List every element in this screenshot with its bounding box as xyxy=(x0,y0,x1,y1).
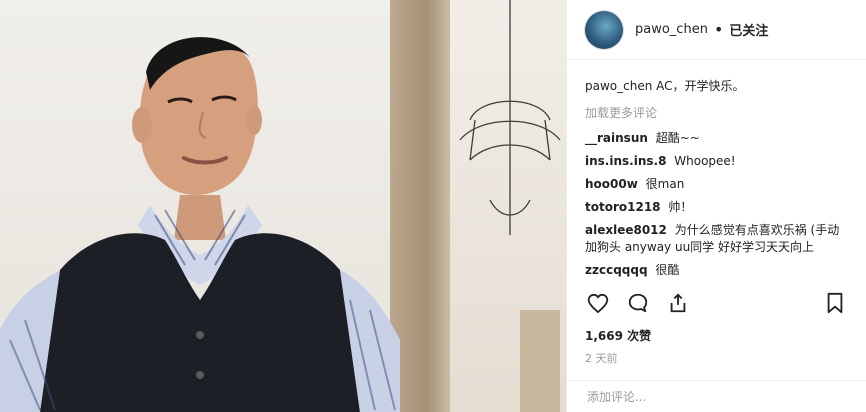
post-header: pawo_chen • 已关注 xyxy=(567,0,866,60)
comment-username[interactable]: hoo00w xyxy=(585,177,638,191)
comment-item: ins.ins.ins.8 Whoopee! xyxy=(585,153,848,170)
avatar[interactable] xyxy=(585,10,623,49)
comment-username[interactable]: zzccqqqq xyxy=(585,263,648,277)
separator-dot: • xyxy=(713,20,724,39)
load-more-comments[interactable]: 加载更多评论 xyxy=(585,105,848,122)
comment-item: hoo00w 很man xyxy=(585,176,848,193)
post-sidebar: pawo_chen • 已关注 pawo_chen AC，开学快乐。 加载更多评… xyxy=(566,0,866,412)
comments-section: pawo_chen AC，开学快乐。 加载更多评论 __rainsun 超酷~~… xyxy=(567,60,866,279)
comment-icon[interactable] xyxy=(625,290,651,316)
comment-username[interactable]: totoro1218 xyxy=(585,200,661,214)
comment-item: zzccqqqq 很酷 xyxy=(585,262,848,279)
comment-item: totoro1218 帅！ xyxy=(585,199,848,216)
add-comment-bar xyxy=(567,380,866,412)
chandelier xyxy=(459,0,561,235)
share-icon[interactable] xyxy=(665,290,691,316)
comment-input[interactable] xyxy=(585,388,849,405)
instagram-post: pawo_chen • 已关注 pawo_chen AC，开学快乐。 加载更多评… xyxy=(0,0,866,412)
likes-count[interactable]: 1,669 次赞 xyxy=(585,327,651,344)
comment-text: Whoopee! xyxy=(674,154,736,168)
post-actions xyxy=(567,290,866,316)
post-photo[interactable] xyxy=(0,0,566,412)
post-caption: pawo_chen AC，开学快乐。 xyxy=(585,79,745,93)
post-time: 2 天前 xyxy=(585,352,618,365)
comment-username[interactable]: __rainsun xyxy=(585,131,648,145)
comment-text: 超酷~~ xyxy=(655,131,700,145)
comment-username[interactable]: alexlee8012 xyxy=(585,223,667,237)
comment-username[interactable]: ins.ins.ins.8 xyxy=(585,154,666,168)
photo-illustration xyxy=(0,0,561,412)
bookmark-icon[interactable] xyxy=(822,290,848,316)
comment-text: 很酷 xyxy=(655,263,680,277)
comment-text: 帅！ xyxy=(668,200,693,214)
heart-icon[interactable] xyxy=(585,290,611,316)
comment-item: __rainsun 超酷~~ xyxy=(585,130,848,147)
username-link[interactable]: pawo_chen xyxy=(635,22,708,37)
comment-item: alexlee8012 为什么感觉有点喜欢乐祸 (手动加狗头 anyway uu… xyxy=(585,222,848,256)
comment-text: 很man xyxy=(645,177,685,191)
follow-status[interactable]: 已关注 xyxy=(729,20,768,39)
person xyxy=(0,37,400,412)
